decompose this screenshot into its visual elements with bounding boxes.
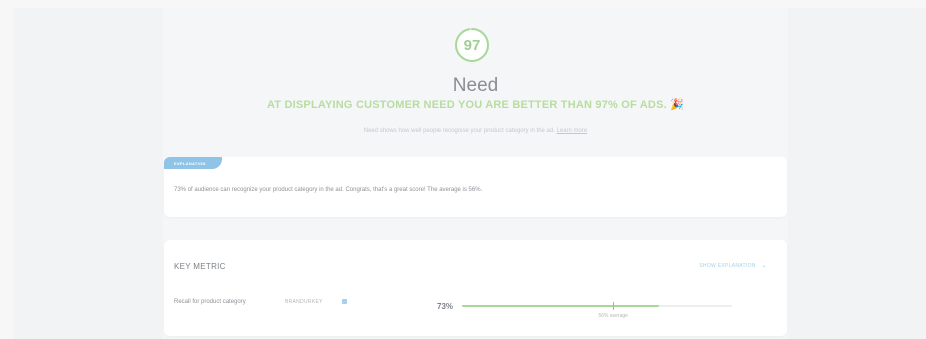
score-value: 97 bbox=[463, 36, 481, 54]
average-label: 56% average bbox=[598, 313, 628, 319]
metric-bar-fill bbox=[462, 305, 660, 307]
section-description: Need shows how well people recognise you… bbox=[163, 128, 788, 134]
show-explanation-label: SHOW EXPLANATION bbox=[699, 263, 756, 269]
show-explanation-button[interactable]: SHOW EXPLANATION ⌄ bbox=[699, 262, 767, 269]
result-headline: AT DISPLAYING CUSTOMER NEED YOU ARE BETT… bbox=[266, 99, 685, 111]
average-marker bbox=[613, 302, 615, 310]
description-text: Need shows how well people recognise you… bbox=[363, 128, 557, 134]
metric-bar-track bbox=[462, 302, 732, 310]
key-metric-card: KEY METRIC SHOW EXPLANATION ⌄ Recall for … bbox=[164, 240, 787, 336]
learn-more-link[interactable]: Learn more bbox=[557, 128, 588, 134]
key-metric-title: KEY METRIC bbox=[174, 262, 226, 271]
metric-value: 73% bbox=[437, 302, 454, 311]
explanation-badge: EXPLANATION bbox=[164, 157, 222, 169]
brand-color-swatch bbox=[342, 299, 347, 304]
section-title: Need bbox=[452, 75, 499, 96]
metric-label: Recall for product category bbox=[174, 299, 246, 305]
metric-brand: BRANDURKEY bbox=[285, 299, 323, 305]
explanation-card: EXPLANATION 73% of audience can recogniz… bbox=[164, 157, 787, 217]
explanation-text: 73% of audience can recognize your produ… bbox=[174, 187, 483, 193]
chevron-down-icon: ⌄ bbox=[761, 263, 767, 269]
